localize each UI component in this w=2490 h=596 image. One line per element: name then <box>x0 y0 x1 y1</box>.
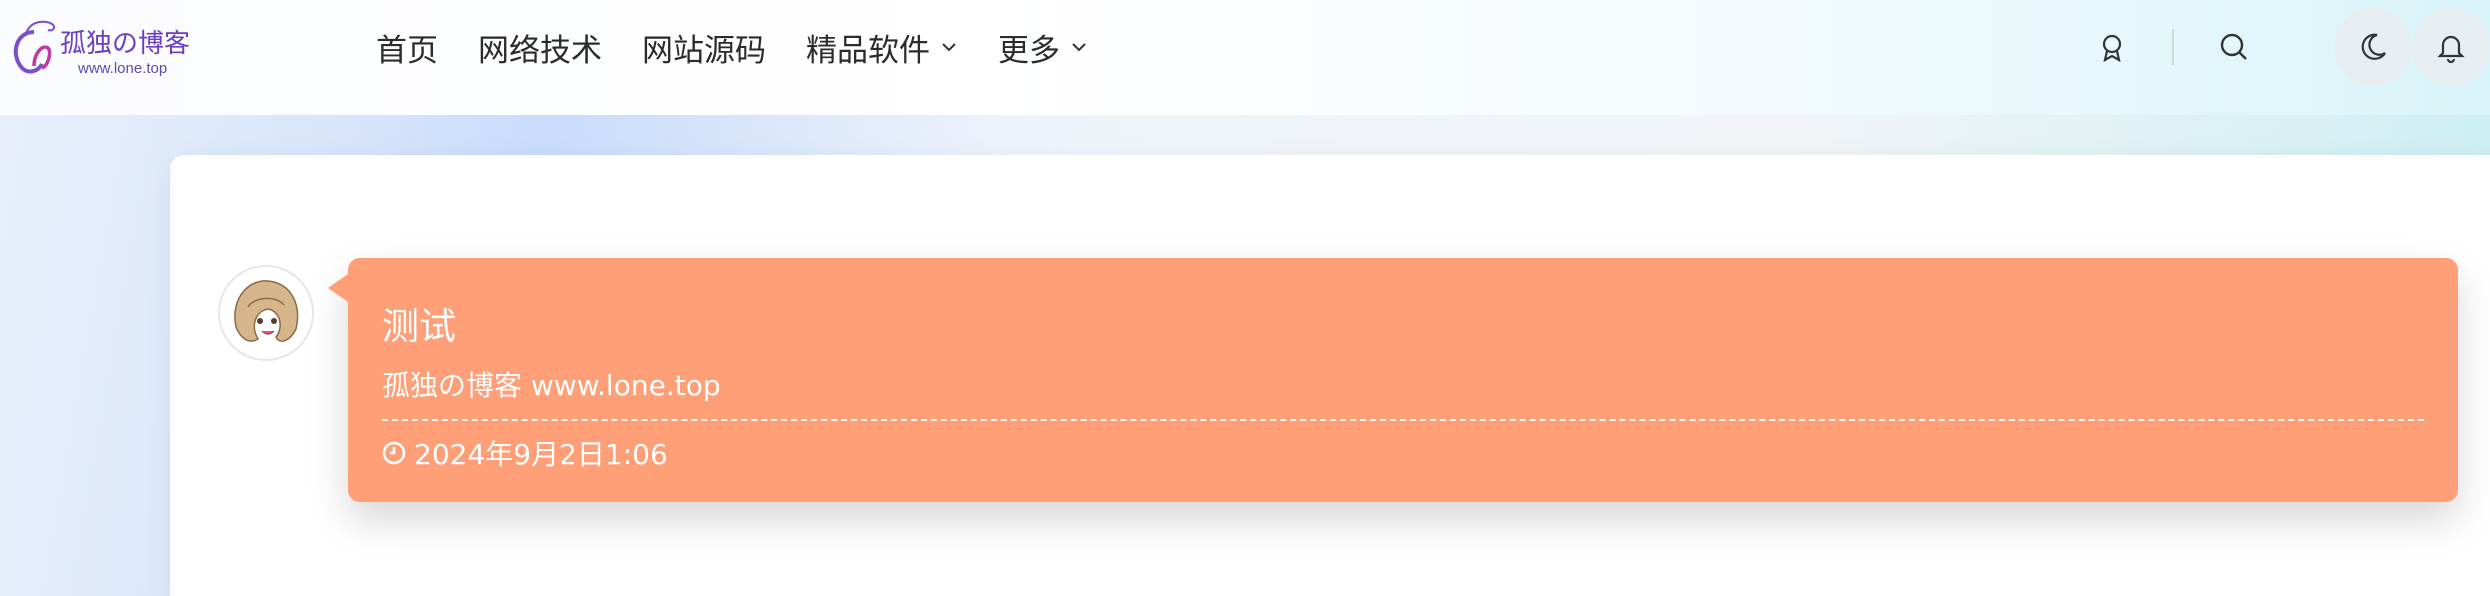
search-button[interactable] <box>2204 17 2264 77</box>
nav-item-label: 网络技术 <box>478 32 602 69</box>
clock-icon <box>382 441 406 465</box>
chevron-down-icon <box>1072 43 1086 52</box>
logo-text: 孤独の博客 <box>60 29 190 58</box>
logo-url-text: www.lone.top <box>77 60 167 76</box>
chevron-down-icon <box>942 43 956 52</box>
nav-item-network-tech[interactable]: 网络技术 <box>478 25 602 70</box>
moon-icon <box>2361 33 2386 60</box>
post-date: 2024年9月2日1:06 <box>414 438 668 471</box>
avatar[interactable] <box>218 265 314 361</box>
badge-button[interactable] <box>2082 17 2142 77</box>
main-nav: 首页 网络技术 网站源码 精品软件 更多 <box>376 0 1088 94</box>
nav-item-label: 精品软件 <box>806 32 930 69</box>
nav-item-home[interactable]: 首页 <box>376 25 438 70</box>
nav-item-software[interactable]: 精品软件 <box>806 25 958 70</box>
bubble-divider <box>382 419 2424 421</box>
post-meta: 2024年9月2日1:06 <box>382 433 668 473</box>
theme-toggle-button[interactable] <box>2334 8 2412 86</box>
bell-icon <box>2437 35 2465 63</box>
notifications-button[interactable] <box>2412 8 2490 86</box>
badge-icon <box>2102 34 2122 62</box>
nav-item-label: 更多 <box>998 32 1060 69</box>
nav-item-label: 网站源码 <box>642 32 766 69</box>
search-icon <box>2220 33 2247 60</box>
post-title[interactable]: 测试 <box>382 296 456 350</box>
post-excerpt: 孤独の博客 www.lone.top <box>382 369 721 402</box>
nav-item-more[interactable]: 更多 <box>998 25 1088 70</box>
nav-item-site-source[interactable]: 网站源码 <box>642 25 766 70</box>
site-logo[interactable]: 孤独の博客 www.lone.top <box>8 14 238 77</box>
toolbar-divider <box>2172 29 2174 65</box>
site-header: 孤独の博客 www.lone.top 首页 网络技术 网站源码 精品软件 更多 <box>0 0 2490 115</box>
header-tools <box>2082 0 2490 94</box>
message-bubble[interactable]: 测试 孤独の博客 www.lone.top 2024年9月2日1:06 <box>328 258 2458 502</box>
nav-item-label: 首页 <box>376 32 438 69</box>
